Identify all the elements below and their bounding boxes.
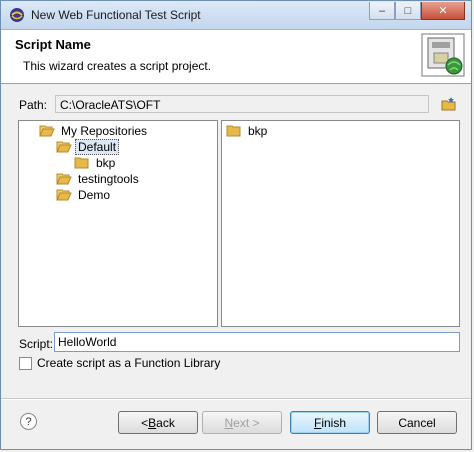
new-folder-icon[interactable] bbox=[441, 96, 457, 112]
tree-item-label: testingtools bbox=[78, 172, 139, 186]
list-item-label: bkp bbox=[248, 124, 268, 138]
wizard-window: New Web Functional Test Script – □ ✕ Scr… bbox=[0, 0, 472, 450]
minimize-icon: – bbox=[378, 4, 386, 17]
folder-open-icon bbox=[56, 189, 72, 201]
path-label: Path: bbox=[19, 98, 48, 112]
folder-icon bbox=[74, 157, 89, 169]
header-description: This wizard creates a script project. bbox=[23, 59, 212, 73]
path-field: C:\OracleATS\OFT bbox=[55, 95, 429, 113]
cancel-button[interactable]: Cancel bbox=[377, 411, 457, 434]
window-title: New Web Functional Test Script bbox=[31, 8, 201, 22]
tree-item-bkp[interactable]: bkp bbox=[74, 155, 118, 171]
tree-item-label: My Repositories bbox=[61, 124, 148, 138]
maximize-icon: □ bbox=[404, 4, 412, 17]
help-icon: ? bbox=[25, 415, 32, 428]
eclipse-app-icon bbox=[10, 8, 24, 22]
tree-item-default[interactable]: Default bbox=[56, 139, 120, 155]
script-wizard-icon bbox=[421, 33, 465, 77]
function-library-option[interactable]: Create script as a Function Library bbox=[19, 356, 220, 370]
script-label: Script: bbox=[19, 337, 54, 351]
tree-item-demo[interactable]: Demo bbox=[56, 187, 113, 203]
back-mnemonic: B bbox=[148, 415, 157, 430]
tree-item-label: Default bbox=[75, 139, 120, 155]
maximize-button[interactable]: □ bbox=[395, 2, 421, 20]
tree-item-label: bkp bbox=[96, 156, 116, 170]
list-item-bkp[interactable]: bkp bbox=[226, 123, 270, 139]
next-mnemonic: N bbox=[224, 415, 234, 430]
window-controls: – □ ✕ bbox=[369, 2, 465, 20]
folder-open-icon bbox=[56, 173, 72, 185]
footer-divider bbox=[1, 398, 471, 400]
folder-icon bbox=[226, 125, 241, 137]
function-library-checkbox[interactable] bbox=[19, 356, 32, 370]
tree-item-my-repositories[interactable]: My Repositories bbox=[39, 123, 150, 139]
repository-tree[interactable]: My Repositories Default bkp testingtools… bbox=[18, 120, 218, 327]
back-rest: ack bbox=[156, 415, 175, 430]
title-bar[interactable]: New Web Functional Test Script – □ ✕ bbox=[1, 1, 471, 30]
folder-open-icon bbox=[56, 141, 72, 153]
next-button[interactable]: Next > bbox=[202, 411, 282, 434]
tree-item-label: Demo bbox=[78, 188, 111, 202]
tree-item-testingtools[interactable]: testingtools bbox=[56, 171, 142, 187]
folder-contents-list[interactable]: bkp bbox=[221, 120, 460, 327]
wizard-header: Script Name This wizard creates a script… bbox=[1, 30, 471, 84]
finish-button[interactable]: Finish bbox=[290, 411, 370, 434]
finish-rest: inish bbox=[321, 415, 347, 430]
next-rest: ext > bbox=[233, 415, 260, 430]
header-title: Script Name bbox=[15, 37, 91, 52]
function-library-label: Create script as a Function Library bbox=[37, 356, 221, 370]
script-name-input[interactable] bbox=[54, 332, 460, 352]
back-button[interactable]: < Back bbox=[118, 411, 198, 434]
close-button[interactable]: ✕ bbox=[421, 2, 465, 20]
minimize-button[interactable]: – bbox=[369, 2, 395, 20]
folder-open-icon bbox=[39, 125, 55, 137]
close-icon: ✕ bbox=[438, 5, 448, 17]
back-prefix: < bbox=[141, 415, 149, 430]
cancel-label: Cancel bbox=[398, 415, 436, 430]
finish-mnemonic: F bbox=[313, 415, 322, 430]
help-button[interactable]: ? bbox=[20, 413, 37, 430]
